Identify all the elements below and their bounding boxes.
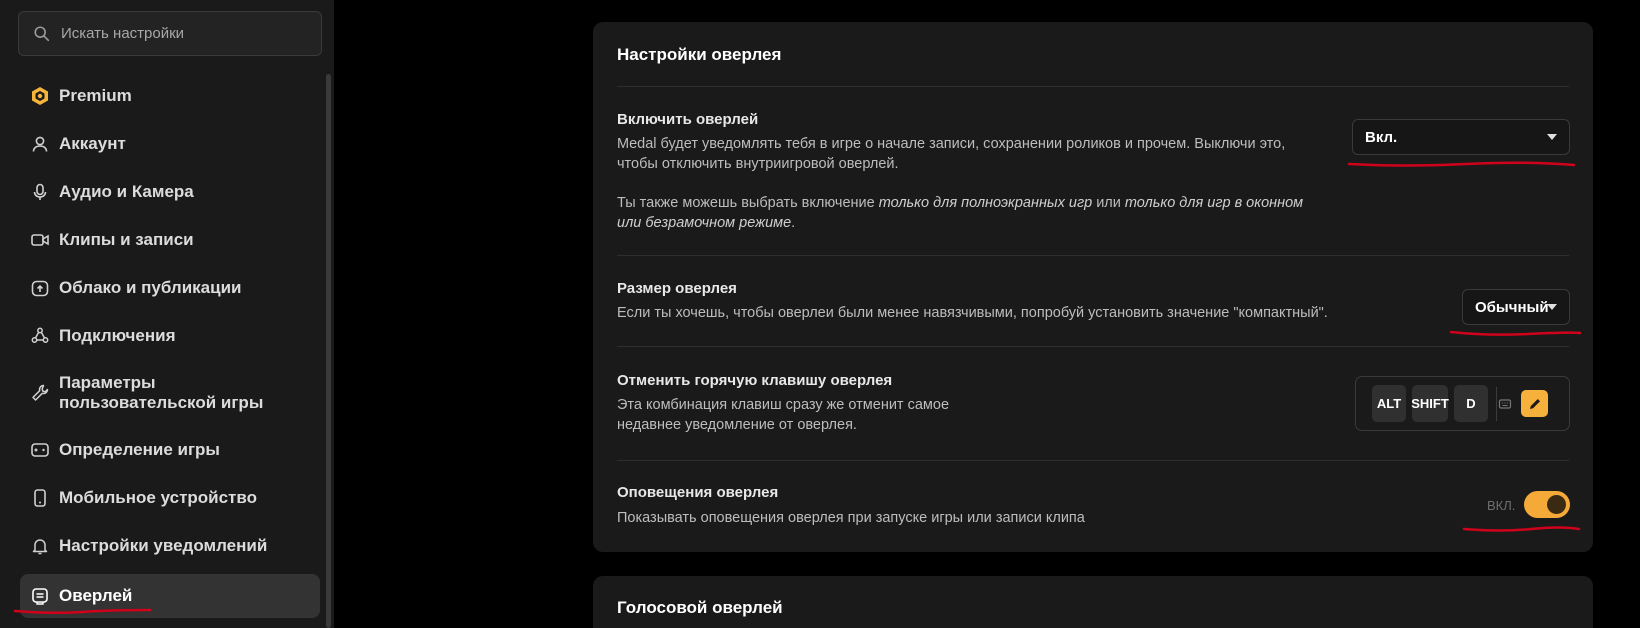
- select-value: Вкл.: [1365, 128, 1398, 146]
- sidebar-item-connections[interactable]: Подключения: [20, 312, 320, 360]
- sidebar-item-label: Аудио и Камера: [59, 182, 194, 201]
- sidebar-item-mobile[interactable]: Мобильное устройство: [20, 474, 320, 522]
- overlay-size-desc: Если ты хочешь, чтобы оверлеи были менее…: [617, 305, 1328, 321]
- annotation-underline-size: [1449, 330, 1582, 336]
- hotkey-key: SHIFT: [1411, 385, 1449, 422]
- enable-overlay-desc-extra: Ты также можешь выбрать включение только…: [617, 195, 1304, 231]
- sidebar-item-label: Подключения: [59, 326, 176, 345]
- sidebar-item-label: Настройки уведомлений: [59, 536, 268, 555]
- enable-overlay-desc: Medal будет уведомлять тебя в игре о нач…: [617, 136, 1286, 172]
- overlay-notifications-toggle[interactable]: [1524, 491, 1570, 518]
- search-box[interactable]: [18, 11, 322, 56]
- pencil-icon: [1529, 398, 1540, 409]
- sidebar-item-label: Параметры пользовательской игры: [59, 373, 264, 412]
- enable-overlay-title: Включить оверлей: [617, 111, 759, 128]
- separator: [1496, 386, 1497, 421]
- annotation-underline-enable: [1347, 161, 1576, 167]
- sidebar-item-label: Оверлей: [59, 586, 133, 605]
- select-value: Обычный: [1475, 298, 1549, 316]
- chevron-down-icon: [1547, 304, 1557, 310]
- overlay-size-select[interactable]: Обычный: [1462, 289, 1570, 325]
- toggle-state-label: ВКЛ.: [1487, 498, 1516, 513]
- sidebar-item-cloud[interactable]: Облако и публикации: [20, 264, 320, 312]
- overlay-size-title: Размер оверлея: [617, 280, 737, 297]
- sidebar-item-audio-camera[interactable]: Аудио и Камера: [20, 168, 320, 216]
- cancel-hotkey-desc: Эта комбинация клавиш сразу же отменит с…: [617, 397, 950, 433]
- premium-icon: [30, 86, 50, 106]
- sidebar-item-game-detection[interactable]: Определение игры: [20, 426, 320, 474]
- connections-icon: [30, 326, 50, 346]
- sidebar-item-label: Клипы и записи: [59, 230, 194, 249]
- sidebar-item-account[interactable]: Аккаунт: [20, 120, 320, 168]
- section-title: Голосовой оверлей: [617, 598, 783, 617]
- hotkey-editor[interactable]: ALT SHIFT D: [1355, 376, 1570, 431]
- gamepad-icon: [30, 440, 50, 460]
- keyboard-icon: [1498, 397, 1512, 411]
- section-title: Настройки оверлея: [617, 45, 782, 64]
- microphone-icon: [30, 182, 50, 202]
- overlay-icon: [30, 586, 50, 606]
- divider: [617, 255, 1569, 256]
- search-input[interactable]: [61, 25, 301, 42]
- wrench-icon: [30, 383, 50, 403]
- video-icon: [30, 230, 50, 250]
- sidebar-item-notifications[interactable]: Настройки уведомлений: [20, 522, 320, 570]
- chevron-down-icon: [1547, 134, 1557, 140]
- sidebar-item-label: Premium: [59, 86, 132, 105]
- overlay-notifications-title: Оповещения оверлея: [617, 484, 779, 501]
- divider: [617, 460, 1569, 461]
- overlay-settings-card: Настройки оверлея Включить оверлей Medal…: [593, 22, 1593, 552]
- cloud-upload-icon: [30, 278, 50, 298]
- voice-overlay-card: Голосовой оверлей: [593, 576, 1593, 628]
- divider: [617, 346, 1569, 347]
- sidebar-item-label: Аккаунт: [59, 134, 126, 153]
- sidebar-scrollbar[interactable]: [326, 74, 331, 628]
- hotkey-key: D: [1454, 385, 1488, 422]
- sidebar-item-label: Определение игры: [59, 440, 220, 459]
- overlay-notifications-desc: Показывать оповещения оверлея при запуск…: [617, 510, 1085, 526]
- divider: [617, 86, 1569, 87]
- annotation-underline-toggle: [1462, 526, 1581, 532]
- sidebar-item-label: Мобильное устройство: [59, 488, 257, 507]
- sidebar-item-clips[interactable]: Клипы и записи: [20, 216, 320, 264]
- cancel-hotkey-title: Отменить горячую клавишу оверлея: [617, 372, 893, 389]
- toggle-knob: [1547, 495, 1566, 514]
- bell-icon: [30, 536, 50, 556]
- edit-hotkey-button[interactable]: [1521, 390, 1548, 417]
- annotation-underline-overlay: [13, 608, 152, 615]
- sidebar-item-premium[interactable]: Premium: [20, 72, 320, 120]
- sidebar-item-custom-game[interactable]: Параметры пользовательской игры: [20, 360, 320, 426]
- enable-overlay-select[interactable]: Вкл.: [1352, 119, 1570, 155]
- user-icon: [30, 134, 50, 154]
- sidebar-nav: Premium Аккаунт Аудио и Камера Клипы и з…: [20, 72, 320, 618]
- settings-sidebar: Premium Аккаунт Аудио и Камера Клипы и з…: [0, 0, 334, 628]
- phone-icon: [30, 488, 50, 508]
- hotkey-key: ALT: [1372, 385, 1406, 422]
- search-icon: [34, 25, 50, 41]
- sidebar-item-label: Облако и публикации: [59, 278, 242, 297]
